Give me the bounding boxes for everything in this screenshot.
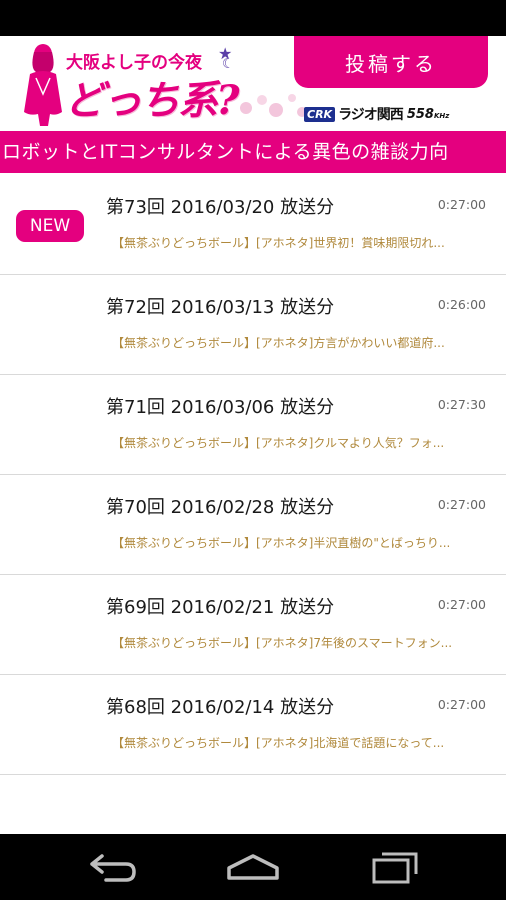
ticker-text: ロボットとITコンサルタントによる異色の雑談力向 [2, 141, 449, 163]
episode-duration: 0:27:00 [437, 597, 486, 612]
news-ticker: ロボットとITコンサルタントによる異色の雑談力向 [0, 131, 506, 173]
episode-subtitle: 【無茶ぶりどっちボール】[アホネタ]半沢直樹の"とばっちり... [112, 536, 451, 550]
episode-duration: 0:27:00 [437, 697, 486, 712]
episode-row[interactable]: 第69回 2016/02/21 放送分 0:27:00 【無茶ぶりどっちボール】… [0, 576, 506, 675]
episode-title: 第69回 2016/02/21 放送分 [106, 597, 335, 618]
episode-title: 第71回 2016/03/06 放送分 [106, 397, 335, 418]
episode-row[interactable]: 第71回 2016/03/06 放送分 0:27:30 【無茶ぶりどっちボール】… [0, 376, 506, 475]
episode-row[interactable]: 第72回 2016/03/13 放送分 0:26:00 【無茶ぶりどっちボール】… [0, 276, 506, 375]
episode-row[interactable]: NEW 第73回 2016/03/20 放送分 0:27:00 【無茶ぶりどっち… [0, 176, 506, 275]
station-mark: CRK [304, 106, 336, 122]
episode-title: 第68回 2016/02/14 放送分 [106, 697, 335, 718]
episode-title: 第73回 2016/03/20 放送分 [106, 197, 335, 218]
episode-subtitle: 【無茶ぶりどっちボール】[アホネタ]クルマより人気？フォ... [112, 436, 445, 450]
station-frequency: 558KHz [406, 106, 450, 122]
new-badge: NEW [16, 210, 84, 242]
episode-subtitle: 【無茶ぶりどっちボール】[アホネタ]7年後のスマートフォン... [112, 636, 453, 650]
episode-subtitle: 【無茶ぶりどっちボール】[アホネタ]世界初！賞味期限切れ... [112, 236, 445, 250]
episode-subtitle: 【無茶ぶりどっちボール】[アホネタ]方言がかわいい都道府... [112, 336, 445, 350]
recents-icon[interactable] [364, 848, 424, 888]
woman-silhouette-logo [24, 44, 62, 126]
app-header: 大阪よし子の今夜 ★ ☾ どっち系? 投稿する CRK ラジオ関西 558KHz [0, 36, 506, 130]
episode-duration: 0:27:00 [437, 197, 486, 212]
episode-title: 第70回 2016/02/28 放送分 [106, 497, 335, 518]
episode-row[interactable]: 第70回 2016/02/28 放送分 0:27:00 【無茶ぶりどっちボール】… [0, 476, 506, 575]
navigation-bar [0, 834, 506, 900]
episode-duration: 0:27:00 [437, 497, 486, 512]
back-icon[interactable] [82, 848, 142, 888]
home-icon[interactable] [223, 848, 283, 888]
station-name: ラジオ関西 [338, 107, 404, 123]
episode-duration: 0:27:30 [437, 397, 486, 412]
logo-title-main: どっち系? [64, 77, 239, 124]
station-logo: CRK ラジオ関西 558KHz [304, 104, 449, 124]
post-button[interactable]: 投稿する [294, 36, 488, 88]
episode-row[interactable]: 第68回 2016/02/14 放送分 0:27:00 【無茶ぶりどっちボール】… [0, 676, 506, 775]
status-bar [0, 0, 506, 36]
episode-list: NEW 第73回 2016/03/20 放送分 0:27:00 【無茶ぶりどっち… [0, 176, 506, 834]
episode-subtitle: 【無茶ぶりどっちボール】[アホネタ]北海道で話題になって... [112, 736, 445, 750]
episode-title: 第72回 2016/03/13 放送分 [106, 297, 335, 318]
episode-duration: 0:26:00 [437, 297, 486, 312]
